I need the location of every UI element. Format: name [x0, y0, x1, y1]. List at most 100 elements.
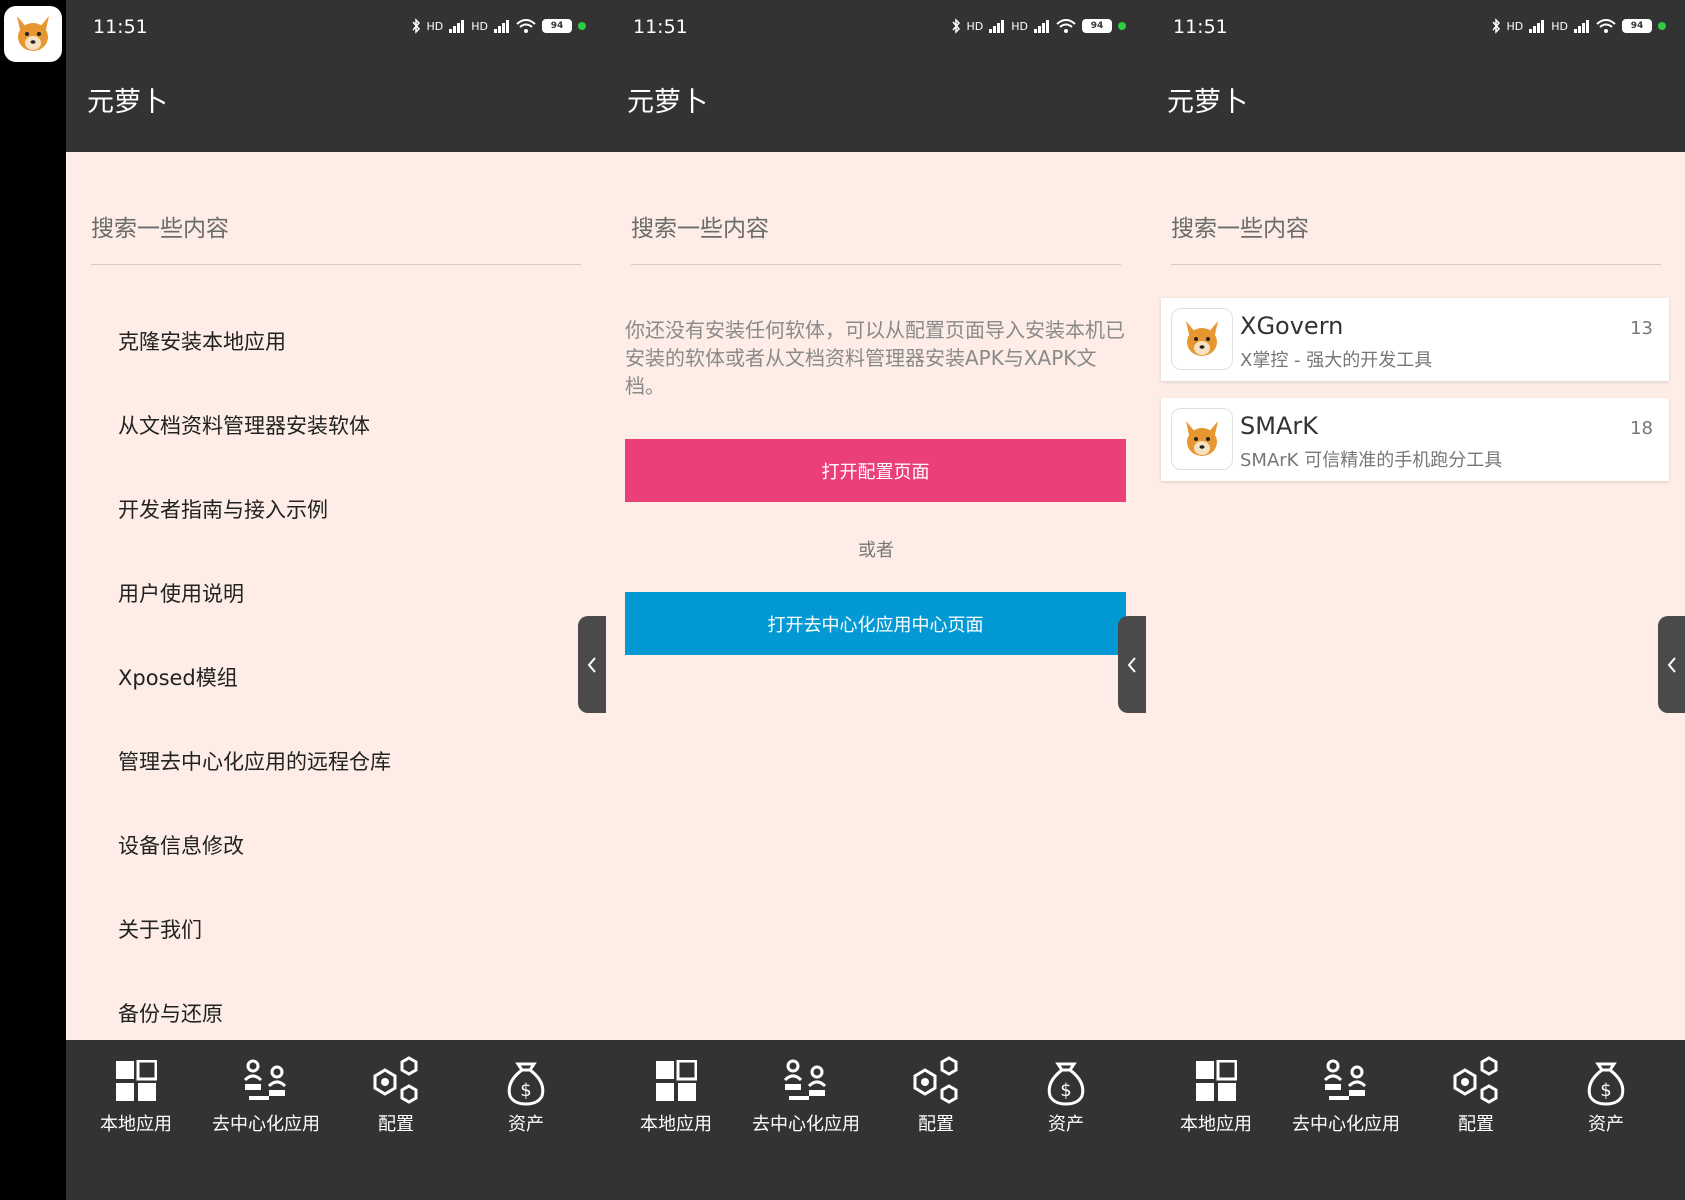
svg-text:$: $ — [1060, 1080, 1071, 1101]
side-drawer-handle[interactable] — [578, 616, 606, 713]
menu-item-install-from-files[interactable]: 从文档资料管理器安装软体 — [118, 410, 370, 440]
app-description: X掌控 - 强大的开发工具 — [1240, 350, 1433, 371]
signal-icon-2 — [1034, 20, 1049, 33]
nav-dapps[interactable]: 去中心化应用 — [741, 1054, 871, 1136]
app-card-smark[interactable]: SMArK SMArK 可信精准的手机跑分工具 18 — [1161, 398, 1669, 481]
nav-assets[interactable]: $ 资产 — [1541, 1054, 1671, 1136]
wifi-icon — [516, 19, 536, 33]
signal-icon — [449, 20, 465, 33]
nav-config-label: 配置 — [918, 1114, 954, 1135]
open-config-button[interactable]: 打开配置页面 — [625, 439, 1126, 502]
side-drawer-handle[interactable] — [1658, 616, 1685, 713]
nav-dapps-label: 去中心化应用 — [1292, 1114, 1400, 1135]
hexagons-icon — [913, 1056, 958, 1104]
status-time: 11:51 — [1173, 16, 1228, 38]
app-description: SMArK 可信精准的手机跑分工具 — [1240, 450, 1503, 471]
menu-item-clone-install[interactable]: 克隆安装本地应用 — [118, 326, 286, 356]
signal-icon — [989, 20, 1005, 33]
side-drawer-handle[interactable] — [1118, 616, 1146, 713]
nav-local-apps[interactable]: 本地应用 — [71, 1054, 201, 1136]
screen-local-apps-menu: 11:51 HD HD 94 元萝卜 搜索一些内容 克隆安装本地应用 从文档资料… — [66, 0, 606, 1200]
status-icons: HD HD 94 — [411, 18, 586, 34]
nav-dapps[interactable]: 去中心化应用 — [201, 1054, 331, 1136]
nav-assets-label: 资产 — [508, 1114, 544, 1135]
fox-icon — [17, 16, 49, 51]
nav-dapps-label: 去中心化应用 — [752, 1114, 860, 1135]
nav-assets[interactable]: $ 资产 — [1001, 1054, 1131, 1136]
bluetooth-icon — [951, 18, 960, 34]
hexagons-icon — [373, 1056, 418, 1104]
grid-icon — [116, 1060, 157, 1101]
grid-icon — [1196, 1060, 1237, 1101]
menu-item-xposed[interactable]: Xposed模组 — [118, 662, 238, 692]
open-dapp-center-button[interactable]: 打开去中心化应用中心页面 — [625, 592, 1126, 655]
privacy-dot — [1118, 22, 1126, 30]
top-bar: 11:51 HD HD 94 元萝卜 — [66, 0, 606, 152]
nav-config-label: 配置 — [1458, 1114, 1494, 1135]
nav-local-apps[interactable]: 本地应用 — [611, 1054, 741, 1136]
menu-item-about-us[interactable]: 关于我们 — [118, 914, 202, 944]
signal-label: HD — [426, 19, 444, 33]
people-icon — [1323, 1059, 1367, 1100]
battery-indicator: 94 — [1622, 19, 1652, 33]
menu-item-remote-repo[interactable]: 管理去中心化应用的远程仓库 — [118, 746, 391, 776]
screen-installed-apps: 11:51 HD HD 94 元萝卜 搜索一些内容 XGovern X掌控 - … — [1146, 0, 1685, 1200]
chevron-left-icon — [587, 656, 596, 673]
wifi-icon — [1056, 19, 1076, 33]
top-bar: 11:51 HD HD 94 元萝卜 — [1146, 0, 1685, 152]
nav-assets[interactable]: $ 资产 — [461, 1054, 591, 1136]
app-logo — [4, 6, 62, 62]
app-title: 元萝卜 — [627, 87, 708, 118]
nav-config[interactable]: 配置 — [1411, 1054, 1541, 1136]
app-title: 元萝卜 — [87, 87, 168, 118]
nav-local-apps-label: 本地应用 — [1180, 1114, 1252, 1135]
menu-item-developer-guide[interactable]: 开发者指南与接入示例 — [118, 494, 328, 524]
nav-dapps-label: 去中心化应用 — [212, 1114, 320, 1135]
people-icon — [243, 1059, 287, 1100]
nav-config[interactable]: 配置 — [871, 1054, 1001, 1136]
bluetooth-icon — [1491, 18, 1500, 34]
grid-icon — [656, 1060, 697, 1101]
search-input[interactable]: 搜索一些内容 — [91, 205, 581, 265]
money-bag-icon: $ — [1047, 1062, 1085, 1106]
hexagons-icon — [1453, 1056, 1498, 1104]
signal-label-2: HD — [1551, 19, 1568, 33]
svg-text:$: $ — [1600, 1080, 1611, 1101]
status-icons: HD HD 94 — [1491, 18, 1666, 34]
bottom-nav: 本地应用 去中心化应用 配置 $ 资产 — [606, 1040, 1146, 1200]
bottom-nav: 本地应用 去中心化应用 配置 $ 资产 — [1146, 1040, 1685, 1200]
status-time: 11:51 — [93, 16, 148, 38]
signal-label-2: HD — [471, 19, 488, 33]
privacy-dot — [578, 22, 586, 30]
menu-item-user-manual[interactable]: 用户使用说明 — [118, 578, 244, 608]
top-bar: 11:51 HD HD 94 元萝卜 — [606, 0, 1146, 152]
nav-local-apps[interactable]: 本地应用 — [1151, 1054, 1281, 1136]
app-icon — [1171, 308, 1233, 370]
nav-config[interactable]: 配置 — [331, 1054, 461, 1136]
fox-icon — [1186, 321, 1218, 356]
bottom-nav: 本地应用 去中心化应用 配置 $ 资产 — [66, 1040, 606, 1200]
search-input[interactable]: 搜索一些内容 — [631, 205, 1121, 265]
fox-icon — [1186, 421, 1218, 456]
screen-local-apps-empty: 11:51 HD HD 94 元萝卜 搜索一些内容 你还没有安装任何软体，可以从… — [606, 0, 1146, 1200]
nav-local-apps-label: 本地应用 — [640, 1114, 712, 1135]
signal-label-2: HD — [1011, 19, 1028, 33]
svg-text:$: $ — [520, 1080, 531, 1101]
app-card-xgovern[interactable]: XGovern X掌控 - 强大的开发工具 13 — [1161, 298, 1669, 381]
wifi-icon — [1596, 19, 1616, 33]
money-bag-icon: $ — [1587, 1062, 1625, 1106]
menu-item-backup-restore[interactable]: 备份与还原 — [118, 998, 223, 1028]
signal-label: HD — [966, 19, 984, 33]
nav-dapps[interactable]: 去中心化应用 — [1281, 1054, 1411, 1136]
signal-label: HD — [1506, 19, 1524, 33]
menu-item-device-info[interactable]: 设备信息修改 — [118, 830, 244, 860]
nav-local-apps-label: 本地应用 — [100, 1114, 172, 1135]
nav-assets-label: 资产 — [1588, 1114, 1624, 1135]
empty-state-message: 你还没有安装任何软体，可以从配置页面导入安装本机已安装的软体或者从文档资料管理器… — [625, 318, 1125, 398]
search-input[interactable]: 搜索一些内容 — [1171, 205, 1661, 265]
battery-indicator: 94 — [542, 19, 572, 33]
app-name: XGovern — [1240, 312, 1344, 340]
or-label: 或者 — [858, 540, 894, 561]
app-count: 13 — [1630, 318, 1653, 339]
status-icons: HD HD 94 — [951, 18, 1126, 34]
